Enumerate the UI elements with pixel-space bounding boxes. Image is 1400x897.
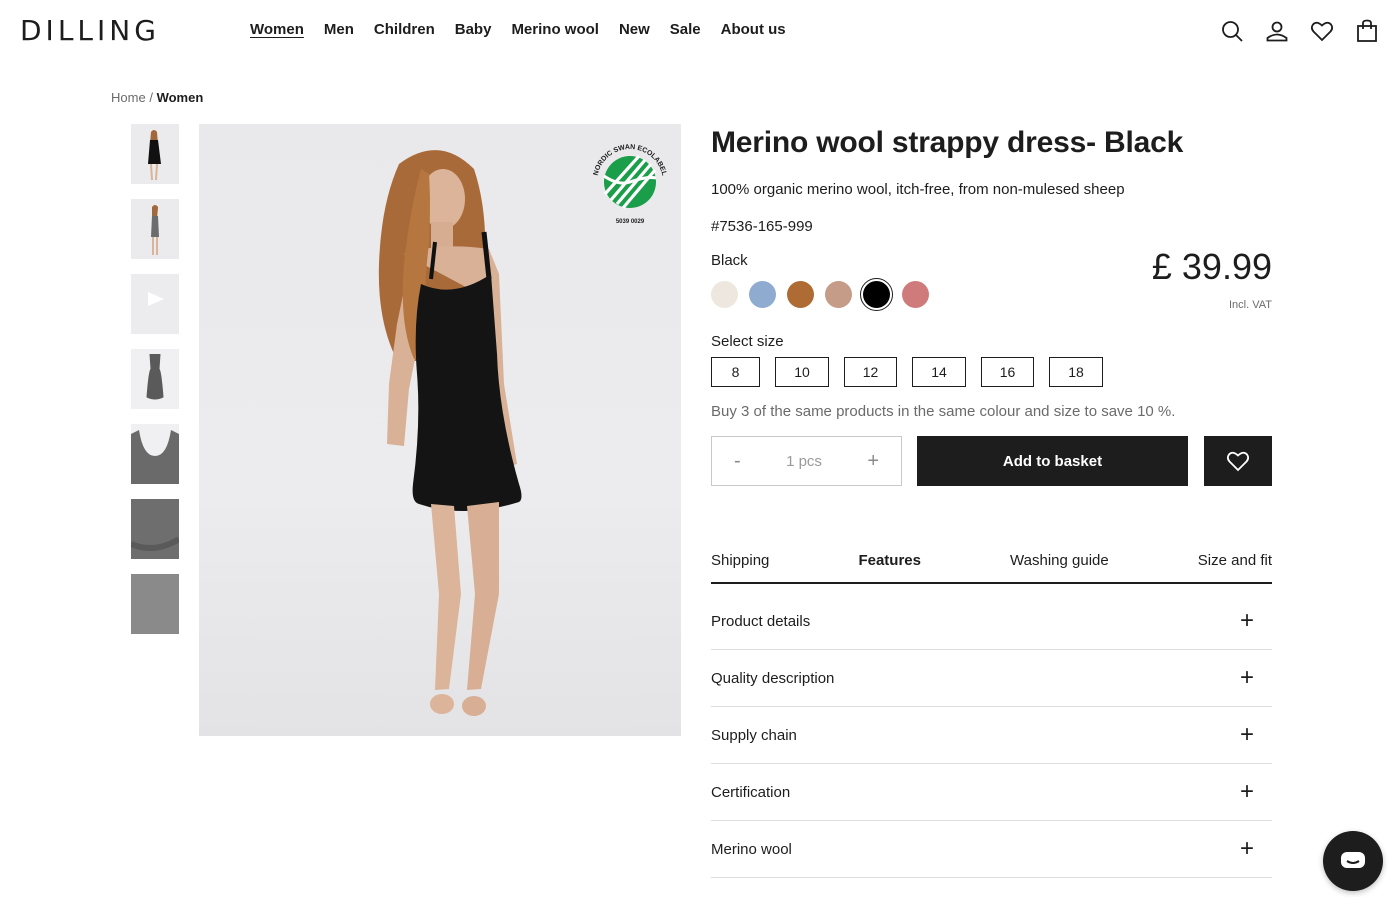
- features-accordion: Product details + Quality description + …: [711, 593, 1272, 878]
- add-to-basket-button[interactable]: Add to basket: [917, 436, 1188, 486]
- accordion-label: Certification: [711, 783, 791, 801]
- breadcrumb-current[interactable]: Women: [157, 90, 204, 105]
- thumbnail-video[interactable]: [131, 274, 179, 334]
- nav-item-women[interactable]: Women: [250, 21, 304, 38]
- size-option-18[interactable]: 18: [1049, 357, 1103, 387]
- nav-item-children[interactable]: Children: [374, 21, 435, 38]
- main-product-image[interactable]: NORDIC SWAN ECOLABEL 5039 0029: [199, 124, 681, 736]
- product-tabs: Shipping Features Washing guide Size and…: [711, 552, 1272, 584]
- nav-item-men[interactable]: Men: [324, 21, 354, 38]
- heart-icon: [1226, 451, 1250, 472]
- search-icon[interactable]: [1219, 18, 1245, 44]
- product-sku: #7536-165-999: [711, 218, 813, 235]
- product-subtitle: 100% organic merino wool, itch-free, fro…: [711, 181, 1125, 198]
- thumbnail-front[interactable]: [131, 124, 179, 184]
- size-label: Select size: [711, 333, 784, 350]
- nav-item-about-us[interactable]: About us: [721, 21, 786, 38]
- chat-icon: [1341, 852, 1365, 868]
- add-to-wishlist-button[interactable]: [1204, 436, 1272, 486]
- header-icons: [1200, 18, 1380, 44]
- accordion-item-supply-chain[interactable]: Supply chain +: [711, 707, 1272, 764]
- plus-icon: +: [1239, 664, 1254, 691]
- ecolabel-number: 5039 0029: [616, 219, 645, 225]
- plus-icon: +: [1239, 835, 1254, 862]
- color-swatch-rose[interactable]: [902, 281, 929, 308]
- product-price: £ 39.99: [1151, 246, 1272, 287]
- tab-shipping[interactable]: Shipping: [711, 552, 769, 582]
- size-option-14[interactable]: 14: [912, 357, 966, 387]
- thumbnail-list: [131, 124, 179, 649]
- breadcrumb-home[interactable]: Home: [111, 90, 146, 105]
- size-option-10[interactable]: 10: [775, 357, 829, 387]
- thumbnail-side[interactable]: [131, 199, 179, 259]
- chat-launcher-button[interactable]: [1323, 831, 1383, 891]
- nav-item-baby[interactable]: Baby: [455, 21, 492, 38]
- product-info: Merino wool strappy dress- Black 100% or…: [711, 124, 1272, 878]
- accordion-item-product-details[interactable]: Product details +: [711, 593, 1272, 650]
- size-option-12[interactable]: 12: [844, 357, 897, 387]
- plus-icon: +: [1239, 778, 1254, 805]
- quantity-stepper: - 1 pcs +: [711, 436, 902, 486]
- size-options: 8 10 12 14 16 18: [711, 357, 1118, 387]
- breadcrumb-separator: /: [149, 90, 153, 105]
- size-option-8[interactable]: 8: [711, 357, 760, 387]
- site-header: DILLING Women Men Children Baby Merino w…: [0, 0, 1400, 62]
- site-logo[interactable]: DILLING: [20, 14, 160, 47]
- nav-item-sale[interactable]: Sale: [670, 21, 701, 38]
- multi-buy-promo: Buy 3 of the same products in the same c…: [711, 403, 1176, 420]
- plus-icon: +: [1239, 607, 1254, 634]
- nordic-swan-ecolabel-badge: NORDIC SWAN ECOLABEL 5039 0029: [593, 144, 668, 225]
- quantity-decrease-button[interactable]: -: [734, 450, 741, 473]
- thumbnail-detail[interactable]: [131, 499, 179, 559]
- thumbnail-fabric[interactable]: [131, 574, 179, 634]
- size-option-16[interactable]: 16: [981, 357, 1034, 387]
- thumbnail-neckline[interactable]: [131, 424, 179, 484]
- quantity-value[interactable]: 1 pcs: [786, 453, 822, 470]
- thumbnail-flat-front[interactable]: [131, 349, 179, 409]
- color-swatch-beige[interactable]: [825, 281, 852, 308]
- accordion-label: Supply chain: [711, 726, 797, 744]
- nav-item-new[interactable]: New: [619, 21, 650, 38]
- accordion-item-merino-wool[interactable]: Merino wool +: [711, 821, 1272, 878]
- selected-color-label: Black: [711, 252, 748, 269]
- main-nav: Women Men Children Baby Merino wool New …: [250, 21, 806, 38]
- account-icon[interactable]: [1264, 18, 1290, 44]
- accordion-item-quality-description[interactable]: Quality description +: [711, 650, 1272, 707]
- color-swatch-brown[interactable]: [787, 281, 814, 308]
- accordion-label: Merino wool: [711, 840, 792, 858]
- color-swatch-light-blue[interactable]: [749, 281, 776, 308]
- basket-icon[interactable]: [1354, 18, 1380, 44]
- accordion-item-certification[interactable]: Certification +: [711, 764, 1272, 821]
- color-swatch-cream[interactable]: [711, 281, 738, 308]
- accordion-label: Quality description: [711, 669, 835, 687]
- wishlist-icon[interactable]: [1309, 18, 1335, 44]
- tab-size-and-fit[interactable]: Size and fit: [1198, 552, 1272, 582]
- product-title: Merino wool strappy dress- Black: [711, 126, 1184, 159]
- vat-note: Incl. VAT: [1229, 299, 1272, 311]
- color-swatch-selected-ring: [860, 278, 893, 311]
- tab-washing-guide[interactable]: Washing guide: [1010, 552, 1109, 582]
- quantity-increase-button[interactable]: +: [867, 450, 879, 473]
- nav-item-merino-wool[interactable]: Merino wool: [511, 21, 599, 38]
- color-swatches: [711, 278, 940, 311]
- plus-icon: +: [1239, 721, 1254, 748]
- color-swatch-black[interactable]: [863, 281, 890, 308]
- tab-features[interactable]: Features: [858, 552, 921, 582]
- accordion-label: Product details: [711, 612, 811, 630]
- breadcrumb: Home / Women: [111, 90, 203, 105]
